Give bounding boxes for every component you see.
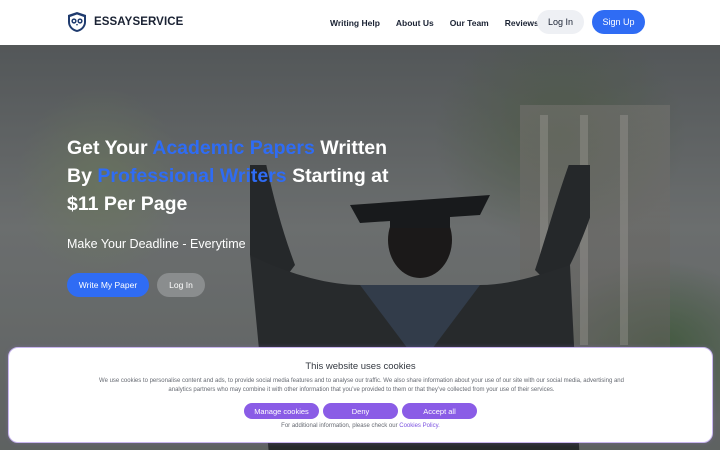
main-nav: Writing Help About Us Our Team Reviews bbox=[330, 0, 555, 45]
accept-all-cookies-button[interactable]: Accept all bbox=[402, 403, 477, 419]
nav-writing-help[interactable]: Writing Help bbox=[330, 18, 380, 28]
cookie-buttons: Manage cookies Deny Accept all bbox=[9, 403, 712, 419]
manage-cookies-button[interactable]: Manage cookies bbox=[244, 403, 319, 419]
hero-login-button[interactable]: Log In bbox=[157, 273, 205, 297]
deny-cookies-button[interactable]: Deny bbox=[323, 403, 398, 419]
header-signup-button[interactable]: Sign Up bbox=[592, 10, 645, 34]
hero-title: Get Your Academic Papers Written By Prof… bbox=[67, 137, 389, 215]
write-my-paper-button[interactable]: Write My Paper bbox=[67, 273, 149, 297]
hero-subtitle: Make Your Deadline - Everytime bbox=[67, 237, 246, 251]
cookie-title: This website uses cookies bbox=[305, 361, 416, 372]
nav-our-team[interactable]: Our Team bbox=[450, 18, 489, 28]
cookie-banner: This website uses cookies We use cookies… bbox=[8, 347, 713, 443]
logo[interactable]: ESSAYSERVICE bbox=[66, 11, 183, 33]
nav-reviews[interactable]: Reviews bbox=[505, 18, 539, 28]
owl-shield-icon bbox=[68, 12, 86, 32]
logo-text: ESSAYSERVICE bbox=[94, 16, 184, 28]
cookie-footnote: For additional information, please check… bbox=[281, 423, 440, 429]
header-login-button[interactable]: Log In bbox=[537, 10, 584, 34]
nav-about-us[interactable]: About Us bbox=[396, 18, 434, 28]
site-header: ESSAYSERVICE Writing Help About Us Our T… bbox=[0, 0, 720, 45]
cookies-policy-link[interactable]: Cookies Policy. bbox=[399, 423, 440, 429]
cookie-text: We use cookies to personalise content an… bbox=[99, 378, 624, 393]
